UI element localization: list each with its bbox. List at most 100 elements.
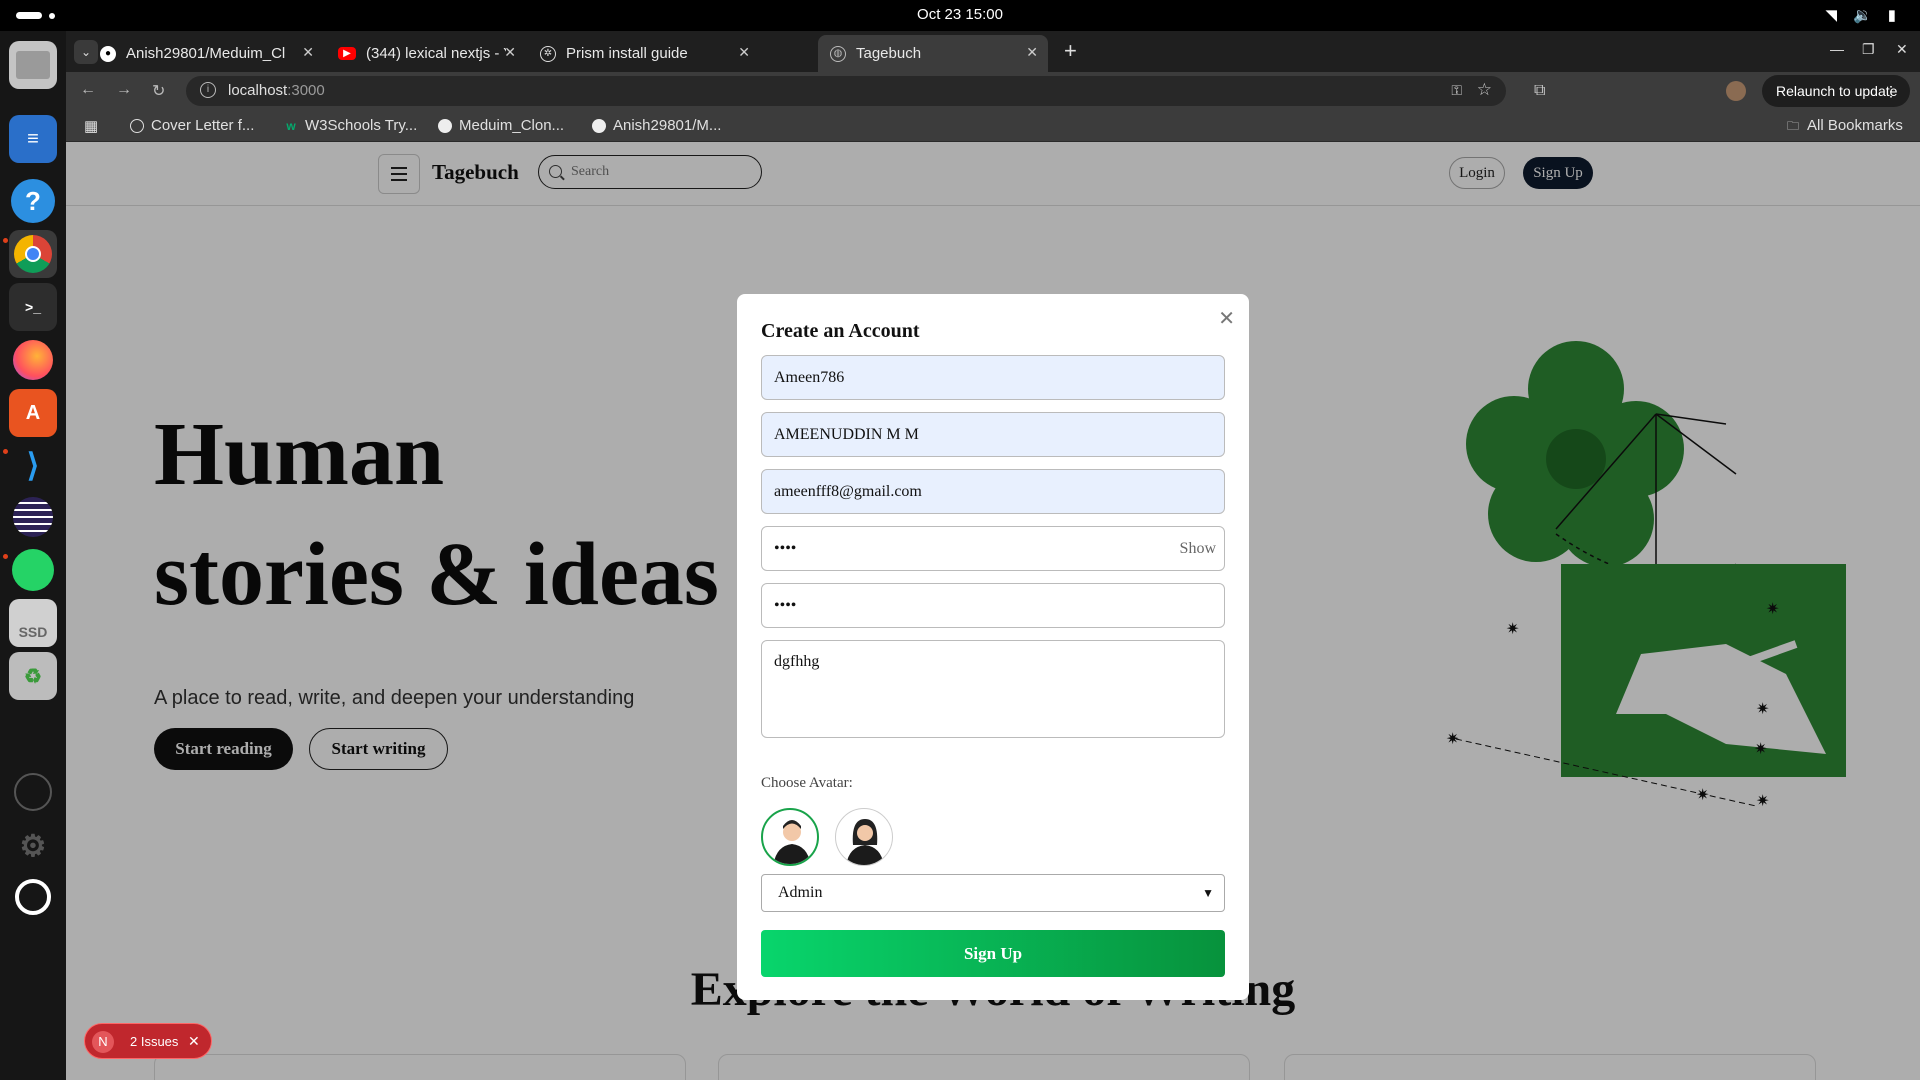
tab-tagebuch[interactable]: ◍ Tagebuch ✕: [818, 35, 1048, 72]
kebab-menu-icon: ⋮: [1884, 83, 1898, 99]
forward-icon[interactable]: →: [116, 81, 132, 99]
firefox-icon[interactable]: [9, 336, 57, 384]
bookmark-item[interactable]: Cover Letter f...: [130, 117, 254, 134]
bookmark-item[interactable]: w W3Schools Try...: [284, 117, 417, 134]
tab-youtube[interactable]: ▶ (344) lexical nextjs - YouT ✕: [326, 35, 526, 72]
text-editor-icon[interactable]: ≡: [9, 115, 57, 163]
back-icon[interactable]: ←: [80, 81, 96, 99]
running-indicator: [3, 238, 8, 243]
site-info-icon[interactable]: i: [200, 82, 216, 98]
full-name-field[interactable]: AMEENUDDIN M M: [761, 412, 1225, 457]
avatar-label: Choose Avatar:: [761, 775, 853, 791]
bookmark-item[interactable]: Anish29801/M...: [592, 117, 721, 134]
ubuntu-menu-icon[interactable]: [9, 873, 57, 921]
tab-strip: ⌄ ● Anish29801/Meduim_Cl ✕ ▶ (344) lexic…: [66, 31, 1920, 72]
tab-title: (344) lexical nextjs - YouT: [366, 45, 506, 62]
running-indicator: [3, 554, 8, 559]
minimize-icon[interactable]: —: [1830, 41, 1844, 57]
address-bar[interactable]: i localhost:3000 ⚿ ☆: [186, 76, 1506, 106]
help-icon[interactable]: ?: [9, 177, 57, 225]
chevron-down-icon: ▼: [1202, 886, 1214, 900]
nextjs-badge-icon: N: [92, 1031, 114, 1053]
apps-grid-icon[interactable]: ▦: [84, 117, 98, 135]
close-icon[interactable]: ✕: [1218, 306, 1235, 330]
close-tab-icon[interactable]: ✕: [738, 44, 750, 61]
wifi-icon: ◥: [1825, 7, 1838, 24]
password-field[interactable]: •••• Show: [761, 526, 1225, 571]
email-field[interactable]: ameenfff8@gmail.com: [761, 469, 1225, 514]
all-bookmarks-label: All Bookmarks: [1807, 117, 1903, 134]
trash-icon[interactable]: ♻: [9, 652, 57, 700]
profile-avatar[interactable]: [1726, 81, 1746, 101]
page-viewport: Tagebuch Search Login Sign Up Human stor…: [66, 142, 1920, 1080]
vscode-icon[interactable]: ⟩: [9, 441, 57, 489]
female-avatar[interactable]: [835, 808, 893, 866]
files-icon[interactable]: [9, 41, 57, 89]
bookmark-label: Cover Letter f...: [151, 117, 255, 134]
whatsapp-icon[interactable]: [9, 546, 57, 594]
tab-prism[interactable]: ✲ Prism install guide ✕: [528, 35, 760, 72]
bookmark-star-icon[interactable]: ☆: [1477, 80, 1492, 100]
bio-textarea[interactable]: dgfhhg: [761, 640, 1225, 738]
url-host: localhost: [228, 82, 288, 99]
bookmark-item[interactable]: Meduim_Clon...: [438, 117, 564, 134]
settings-icon[interactable]: ⚙: [9, 822, 57, 870]
openai-icon: ✲: [540, 45, 556, 62]
github-icon: ●: [100, 45, 116, 62]
browser-toolbar: ← → ↻ i localhost:3000 ⚿ ☆ ⧉ Relaunch to…: [66, 72, 1920, 110]
all-bookmarks-button[interactable]: 🗀 All Bookmarks: [1786, 117, 1903, 134]
youtube-icon: ▶: [338, 47, 356, 60]
app-center-icon[interactable]: A: [9, 389, 57, 437]
eclipse-icon[interactable]: [9, 493, 57, 541]
new-tab-button[interactable]: +: [1064, 40, 1077, 62]
w3schools-icon: w: [286, 118, 296, 133]
password-key-icon[interactable]: ⚿: [1451, 82, 1462, 99]
username-field[interactable]: Ameen786: [761, 355, 1225, 400]
tab-title: Anish29801/Meduim_Cl: [126, 45, 286, 62]
show-password-toggle[interactable]: Show: [1180, 527, 1216, 570]
reload-icon[interactable]: ↻: [152, 81, 165, 101]
password-mask: ••••: [774, 540, 797, 557]
system-tray[interactable]: ◥ 🔉 ▮: [1826, 6, 1897, 24]
close-tab-icon[interactable]: ✕: [504, 44, 516, 61]
browser-window: ⌄ ● Anish29801/Meduim_Cl ✕ ▶ (344) lexic…: [66, 31, 1920, 1080]
folder-icon: 🗀: [1786, 118, 1799, 133]
close-window-icon[interactable]: ✕: [1896, 41, 1908, 58]
application-dock: ≡ ? >_ A ⟩ SSD ♻ ⚙: [0, 31, 66, 1080]
relaunch-label: Relaunch to update: [1776, 83, 1898, 99]
bookmark-label: Meduim_Clon...: [459, 117, 565, 134]
role-select[interactable]: Admin ▼: [761, 874, 1225, 912]
terminal-icon[interactable]: >_: [9, 283, 57, 331]
relaunch-button[interactable]: Relaunch to update ⋮: [1762, 75, 1910, 107]
dismiss-issues-icon[interactable]: ✕: [188, 1033, 200, 1050]
github-icon: [438, 118, 452, 133]
battery-icon: ▮: [1887, 7, 1896, 24]
signup-modal: ✕ Create an Account Ameen786 AMEENUDDIN …: [737, 294, 1249, 1000]
system-top-bar: Oct 23 15:00 ◥ 🔉 ▮: [0, 0, 1920, 31]
male-avatar[interactable]: [761, 808, 819, 866]
role-value: Admin: [778, 884, 823, 901]
tab-title: Tagebuch: [856, 45, 922, 62]
chrome-icon[interactable]: [9, 230, 57, 278]
bookmarks-bar: ▦ Cover Letter f... w W3Schools Try... Me…: [66, 110, 1920, 142]
tab-github[interactable]: ● Anish29801/Meduim_Cl ✕: [88, 35, 324, 72]
bookmark-label: W3Schools Try...: [305, 117, 418, 134]
submit-signup-button[interactable]: Sign Up: [761, 930, 1225, 977]
volume-icon: 🔉: [1853, 7, 1872, 24]
close-tab-icon[interactable]: ✕: [1026, 44, 1038, 61]
url-text[interactable]: localhost:3000: [228, 82, 325, 99]
account-icon[interactable]: [9, 768, 57, 816]
confirm-password-field[interactable]: ••••: [761, 583, 1225, 628]
running-indicator: [3, 449, 8, 454]
extensions-icon[interactable]: ⧉: [1534, 82, 1545, 100]
ssd-drive-label: SSD: [18, 624, 48, 640]
chrome-icon: [130, 118, 144, 133]
modal-title: Create an Account: [761, 320, 920, 342]
system-clock[interactable]: Oct 23 15:00: [0, 6, 1920, 23]
maximize-icon[interactable]: ❐: [1862, 41, 1875, 58]
bookmark-label: Anish29801/M...: [613, 117, 722, 134]
ssd-drive-icon[interactable]: SSD: [9, 599, 57, 647]
issues-count[interactable]: 2 Issues: [130, 1034, 178, 1049]
close-tab-icon[interactable]: ✕: [302, 44, 314, 61]
dev-issues-badge[interactable]: N 2 Issues ✕: [84, 1023, 212, 1059]
